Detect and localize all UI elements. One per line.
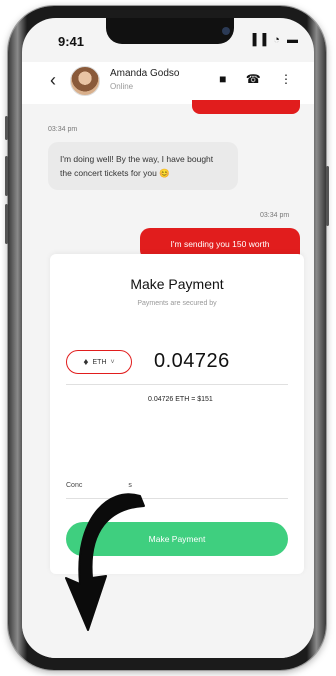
message-timestamp: 03:34 pm <box>260 212 290 219</box>
volume-down-button <box>5 204 8 244</box>
contact-name: Amanda Godso <box>110 68 180 79</box>
concert-field-label: Conc s <box>66 482 132 489</box>
payment-subtitle: Payments are secured by <box>137 300 217 307</box>
previous-outgoing-bubble <box>192 100 300 114</box>
payment-title: Make Payment <box>130 276 224 292</box>
phone-screen: 9:41 ▐▐ ◔ ▬ ‹ Amanda Godso Online ■ ☎ ⋮ … <box>22 18 314 658</box>
chevron-down-icon: ˅ <box>110 358 115 366</box>
conversion-rate: 0.04726 ETH = $151 <box>148 396 213 403</box>
volume-up-button <box>5 156 8 196</box>
contact-status: Online <box>110 82 134 91</box>
payment-sheet: Make Payment Payments are secured by ♦ E… <box>50 254 304 574</box>
make-payment-button[interactable]: Make Payment <box>66 522 288 556</box>
mute-switch <box>5 116 8 140</box>
power-button <box>326 166 329 226</box>
message-timestamp: 03:34 pm <box>48 126 78 133</box>
concert-field-underline[interactable] <box>66 498 288 499</box>
status-icons: ▐▐ ◔ ▬ <box>248 34 300 46</box>
notch <box>106 18 234 44</box>
token-selector[interactable]: ♦ ETH ˅ <box>66 350 132 374</box>
ethereum-icon: ♦ <box>83 356 89 368</box>
avatar[interactable] <box>70 66 100 96</box>
header-actions[interactable]: ■ ☎ ⋮ <box>219 72 300 86</box>
chevron-left-icon[interactable]: ‹ <box>50 70 56 91</box>
amount-underline <box>66 384 288 385</box>
incoming-message-bubble: I'm doing well! By the way, I have bough… <box>48 142 238 190</box>
status-time: 9:41 <box>58 34 85 49</box>
token-label: ETH <box>92 358 107 366</box>
camera-icon <box>222 27 230 35</box>
chat-header: ‹ Amanda Godso Online ■ ☎ ⋮ <box>22 62 314 104</box>
amount-input[interactable]: 0.04726 <box>154 350 230 373</box>
